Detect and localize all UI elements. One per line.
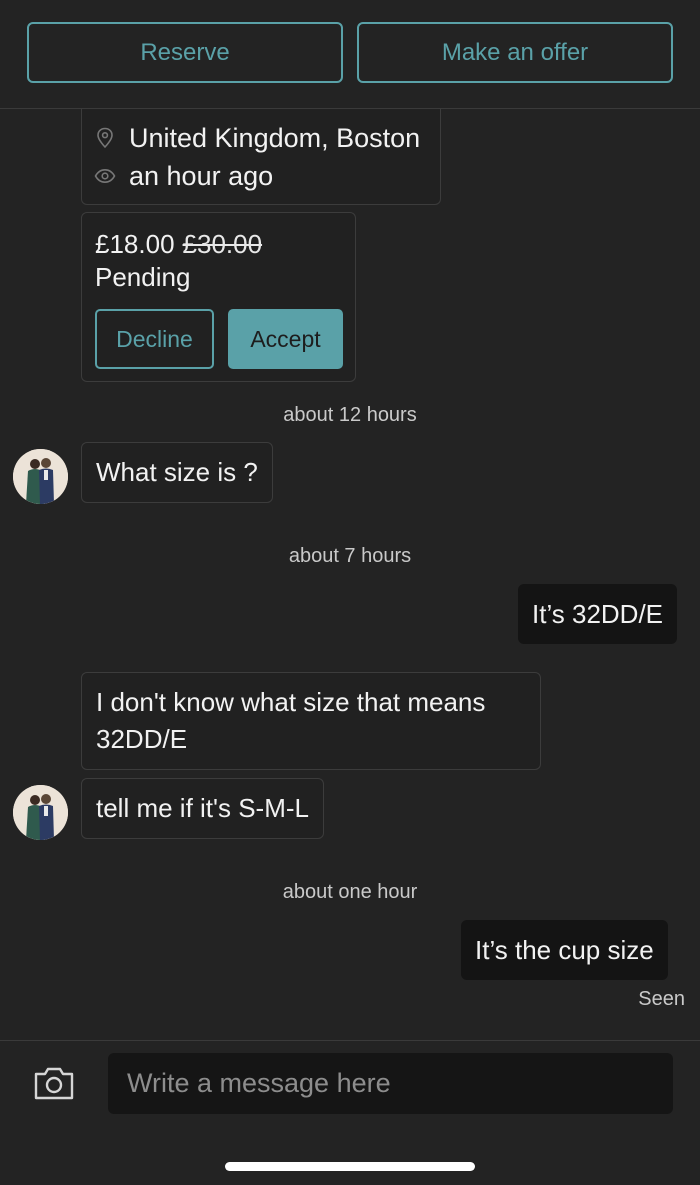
message-text: What size is ? [96,457,258,487]
camera-icon[interactable] [33,1064,75,1102]
message-input[interactable] [108,1053,673,1114]
offer-price-row: £18.00 £30.00 [95,226,262,262]
location-text: United Kingdom, Boston [129,122,421,153]
outgoing-message: It’s the cup size [461,920,668,980]
message-text: It’s the cup size [475,934,654,965]
eye-icon [94,165,116,187]
location-row: United Kingdom, Boston [94,120,420,156]
message-text: It’s 32DD/E [532,598,664,629]
outgoing-message: It’s 32DD/E [518,584,678,644]
accept-button[interactable]: Accept [228,309,343,369]
incoming-message: What size is ? [81,442,273,503]
timestamp: about 12 hours [283,404,417,426]
home-indicator[interactable] [225,1162,475,1171]
make-offer-button[interactable]: Make an offer [357,22,673,83]
viewed-row: an hour ago [94,158,273,194]
map-pin-icon [94,127,116,149]
offer-price: £18.00 [95,228,175,259]
message-text: I don't know what size that means 32DD/E [96,687,486,754]
incoming-message: tell me if it's S-M-L [81,778,324,839]
top-action-bar: Reserve Make an offer [0,0,700,109]
incoming-message: I don't know what size that means 32DD/E [81,672,541,770]
reserve-button[interactable]: Reserve [27,22,343,83]
seen-receipt: Seen [638,988,685,1010]
original-price: £30.00 [182,228,263,259]
timestamp: about one hour [282,881,418,903]
message-text: tell me if it's S-M-L [96,793,309,823]
avatar[interactable] [13,449,68,504]
avatar[interactable] [13,785,68,840]
offer-status: Pending [95,262,191,292]
decline-button[interactable]: Decline [95,309,214,369]
timestamp: about 7 hours [288,545,412,567]
viewed-text: an hour ago [129,160,274,191]
